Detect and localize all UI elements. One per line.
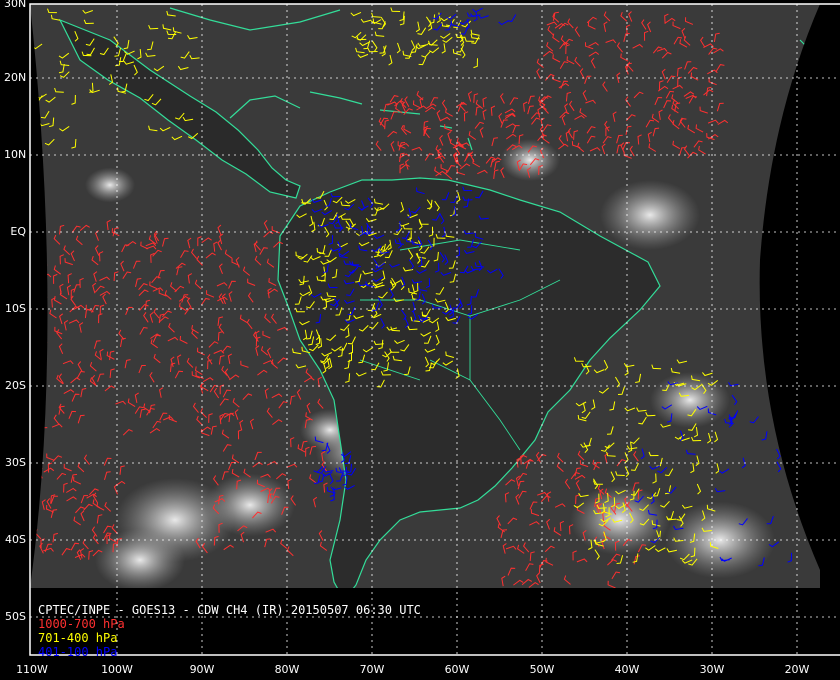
lat-label-40s: 40S (5, 533, 26, 546)
legend-low-level: 1000-700 hPa (38, 617, 125, 631)
lat-label-20n: 20N (4, 71, 27, 84)
lon-label-50w: 50W (529, 663, 555, 676)
lat-label-10n: 10N (4, 148, 27, 161)
cloud (95, 528, 185, 588)
cloud (600, 180, 700, 250)
lon-label-70w: 70W (359, 663, 385, 676)
lon-label-60w: 60W (444, 663, 470, 676)
lat-label-eq: EQ (10, 225, 26, 238)
cloud (650, 372, 730, 428)
legend-mid-level: 701-400 hPa (38, 631, 118, 645)
caption-title: CPTEC/INPE - GOES13 - CDW CH4 (IR) 20150… (38, 603, 421, 617)
lat-label-50s: 50S (5, 610, 26, 623)
lon-label-30w: 30W (699, 663, 725, 676)
lon-label-100w: 100W (101, 663, 133, 676)
map-caption: CPTEC/INPE - GOES13 - CDW CH4 (IR) 20150… (38, 603, 421, 659)
cloud (500, 139, 560, 181)
lat-label-30s: 30S (5, 456, 26, 469)
lon-label-20w: 20W (784, 663, 810, 676)
lon-label-90w: 90W (189, 663, 215, 676)
lon-label-110w: 110W (16, 663, 48, 676)
cloud (85, 167, 135, 203)
legend-high-level: 401-100 hPa (38, 645, 118, 659)
lon-label-40w: 40W (614, 663, 640, 676)
lat-label-30n: 30N (4, 0, 27, 10)
satellite-map (0, 0, 840, 680)
lat-label-20s: 20S (5, 379, 26, 392)
lon-label-80w: 80W (274, 663, 300, 676)
lat-label-10s: 10S (5, 302, 26, 315)
